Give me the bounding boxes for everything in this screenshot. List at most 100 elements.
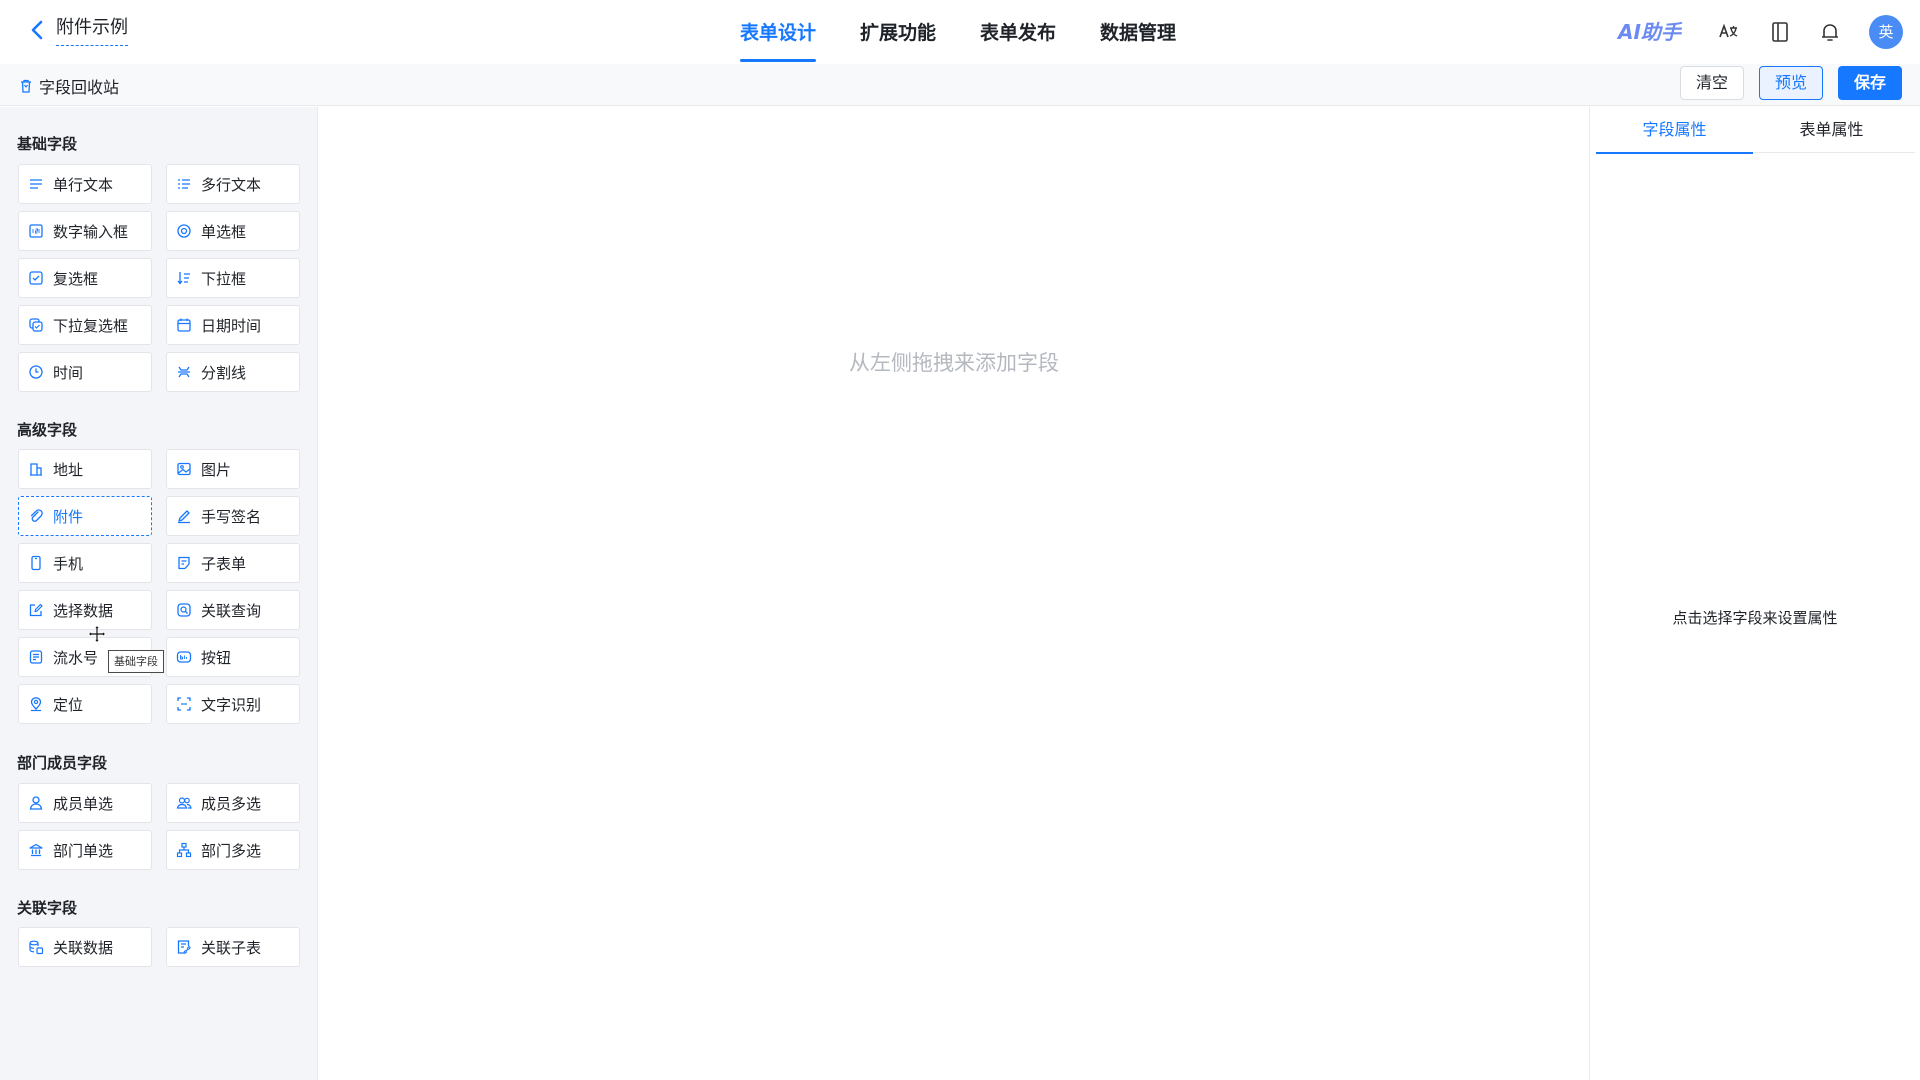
field-label: 下拉复选框 (53, 316, 129, 335)
top-header: 附件示例 表单设计 扩展功能 表单发布 数据管理 AI助手 英 (0, 0, 1920, 64)
field-address[interactable]: 地址 (18, 449, 152, 489)
field-palette: 基础字段 单行文本 多行文本 数字输入框 单选框 复选框 下拉框 下拉复选框 日… (0, 107, 318, 1080)
tooltip: 基础字段 (108, 650, 164, 673)
field-label: 部门多选 (201, 841, 262, 860)
ai-assistant-button[interactable]: AI助手 (1618, 18, 1681, 46)
tab-data-management[interactable]: 数据管理 (1100, 0, 1176, 64)
field-image[interactable]: 图片 (166, 449, 300, 489)
tab-extensions[interactable]: 扩展功能 (860, 0, 936, 64)
field-radio[interactable]: 单选框 (166, 211, 300, 251)
field-multi-line-text[interactable]: 多行文本 (166, 164, 300, 204)
subform-icon (178, 556, 190, 570)
linked-subtable-icon (177, 940, 191, 954)
recycle-bin-icon (21, 79, 31, 93)
field-divider[interactable]: 分割线 (166, 352, 300, 392)
multi-line-text-icon (178, 179, 190, 189)
field-single-line-text[interactable]: 单行文本 (18, 164, 152, 204)
button-icon (176, 651, 192, 663)
field-label: 多行文本 (201, 175, 262, 194)
toolbar: 字段回收站 清空 预览 保存 (0, 64, 1920, 106)
field-ocr[interactable]: 文字识别 (166, 684, 300, 724)
field-label: 单行文本 (53, 175, 114, 194)
user-icon (29, 796, 43, 810)
field-signature[interactable]: 手写签名 (166, 496, 300, 536)
field-phone[interactable]: 手机 (18, 543, 152, 583)
field-dropdown[interactable]: 下拉框 (166, 258, 300, 298)
main-tabs: 表单设计 扩展功能 表单发布 数据管理 (740, 0, 1220, 64)
field-label: 单选框 (201, 222, 247, 241)
user-avatar[interactable]: 英 (1869, 15, 1903, 49)
field-label: 按钮 (201, 648, 232, 667)
properties-tabs: 字段属性 表单属性 (1596, 107, 1915, 154)
field-label: 成员单选 (53, 794, 114, 813)
divider-icon (178, 366, 190, 378)
calendar-icon (177, 318, 191, 332)
bell-icon[interactable] (1818, 20, 1842, 44)
field-recycle-bin-button[interactable]: 字段回收站 (18, 74, 119, 98)
field-label: 日期时间 (201, 316, 262, 335)
clear-button[interactable]: 清空 (1680, 66, 1744, 100)
tab-field-properties[interactable]: 字段属性 (1596, 107, 1753, 154)
users-icon (176, 797, 192, 809)
field-time[interactable]: 时间 (18, 352, 152, 392)
form-title[interactable]: 附件示例 (56, 16, 128, 46)
pen-icon (178, 510, 190, 524)
field-subform[interactable]: 子表单 (166, 543, 300, 583)
building-icon (30, 463, 42, 476)
field-label: 关联子表 (201, 938, 262, 957)
field-linked-data[interactable]: 关联数据 (18, 927, 152, 967)
field-label: 手写签名 (201, 507, 262, 526)
field-number-input[interactable]: 数字输入框 (18, 211, 152, 251)
number-input-icon (29, 224, 43, 238)
field-label: 定位 (53, 695, 84, 714)
field-member-single[interactable]: 成员单选 (18, 783, 152, 823)
tab-form-publish[interactable]: 表单发布 (980, 0, 1056, 64)
field-label: 手机 (53, 554, 84, 573)
field-linked-subtable[interactable]: 关联子表 (166, 927, 300, 967)
ocr-scan-icon (177, 697, 191, 711)
field-label: 分割线 (201, 363, 247, 382)
book-icon[interactable] (1768, 20, 1792, 44)
paperclip-icon (30, 509, 43, 522)
phone-icon (31, 555, 41, 571)
tab-form-properties[interactable]: 表单属性 (1753, 107, 1910, 153)
field-department-single[interactable]: 部门单选 (18, 830, 152, 870)
field-label: 部门单选 (53, 841, 114, 860)
group-title-linked: 关联字段 (17, 899, 78, 917)
field-department-multi[interactable]: 部门多选 (166, 830, 300, 870)
field-label: 成员多选 (201, 794, 262, 813)
field-location[interactable]: 定位 (18, 684, 152, 724)
form-canvas[interactable]: 从左侧拖拽来添加字段 (319, 107, 1589, 1080)
translate-icon[interactable] (1716, 20, 1740, 44)
field-label: 下拉框 (201, 269, 247, 288)
field-label: 时间 (53, 363, 84, 382)
field-label: 附件 (53, 507, 84, 526)
field-button[interactable]: 按钮 (166, 637, 300, 677)
clock-icon (29, 365, 43, 379)
back-arrow-icon[interactable] (26, 18, 50, 42)
field-dropdown-multi[interactable]: 下拉复选框 (18, 305, 152, 345)
dropdown-icon (177, 272, 190, 285)
org-tree-icon (176, 842, 192, 858)
linked-query-icon (177, 603, 191, 617)
field-checkbox[interactable]: 复选框 (18, 258, 152, 298)
group-title-dept-members: 部门成员字段 (17, 754, 108, 772)
dropdown-multi-icon (29, 318, 43, 332)
field-attachment[interactable]: 附件 (18, 496, 152, 536)
field-label: 复选框 (53, 269, 99, 288)
tab-form-design[interactable]: 表单设计 (740, 0, 817, 64)
move-cursor-icon (87, 624, 107, 644)
save-button[interactable]: 保存 (1838, 66, 1902, 100)
field-label: 选择数据 (53, 601, 114, 620)
field-linked-query[interactable]: 关联查询 (166, 590, 300, 630)
single-line-text-icon (30, 179, 42, 189)
field-member-multi[interactable]: 成员多选 (166, 783, 300, 823)
checkbox-icon (29, 271, 43, 285)
field-select-data[interactable]: 选择数据 (18, 590, 152, 630)
preview-button[interactable]: 预览 (1759, 66, 1823, 100)
linked-data-icon (29, 940, 44, 955)
field-datetime[interactable]: 日期时间 (166, 305, 300, 345)
group-title-basic: 基础字段 (17, 135, 78, 153)
image-icon (177, 462, 191, 476)
location-icon (30, 697, 42, 712)
